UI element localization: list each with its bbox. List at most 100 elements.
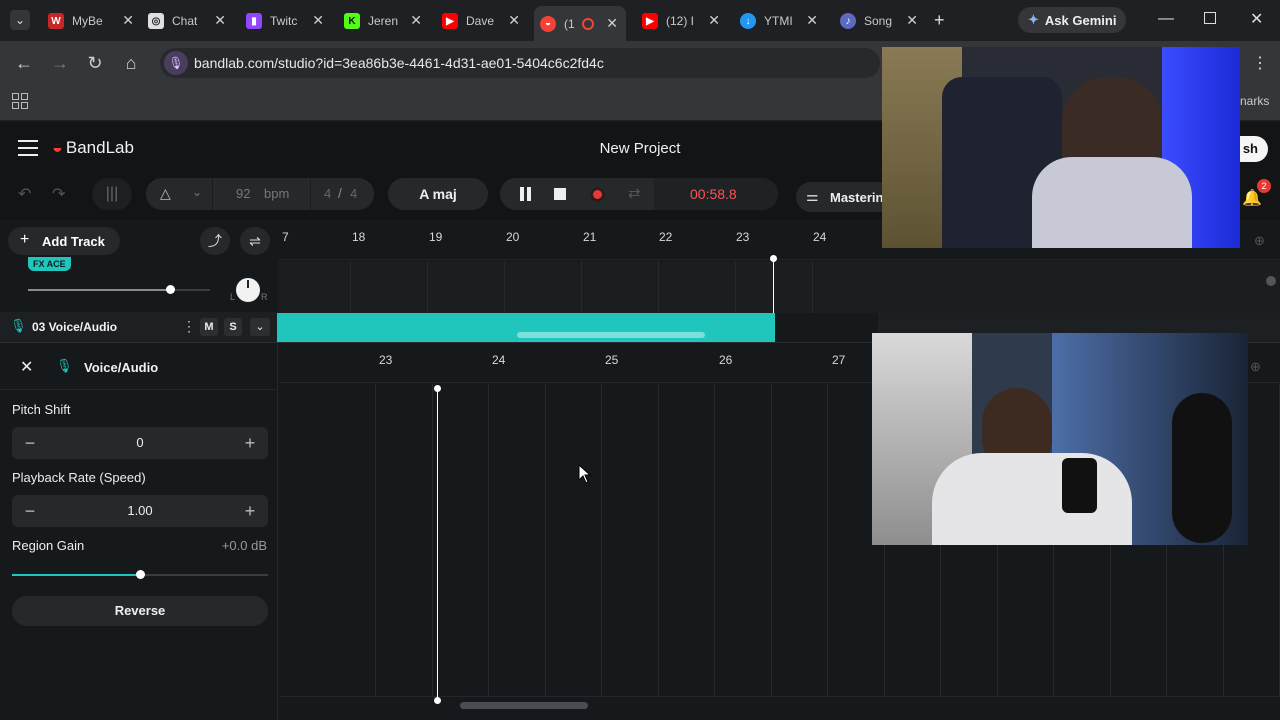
pitch-shift-stepper[interactable]: − 0 + [12,427,268,459]
hamburger-menu-icon[interactable] [18,140,38,156]
bandlab-logo-icon: ◒ [52,137,63,157]
key-button[interactable]: A maj [388,178,488,210]
gridline [350,261,351,313]
solo-button[interactable]: S [224,318,242,336]
horizontal-scrollbar[interactable] [460,702,588,709]
redo-icon[interactable]: ↷ [52,184,65,204]
close-icon[interactable]: ✕ [508,12,520,29]
new-tab-button[interactable]: + [934,10,945,31]
minimize-icon[interactable]: — [1158,10,1174,28]
time-signature-denominator[interactable]: 4 [350,186,357,201]
microphone-icon[interactable]: 🎙 [164,51,188,75]
tab-7[interactable]: ▶ (12) I ✕ [636,8,728,34]
mouse-cursor [578,464,592,484]
close-icon[interactable]: ✕ [410,12,422,29]
close-icon[interactable]: ✕ [906,12,918,29]
metronome-icon[interactable]: △ [160,185,171,202]
mute-button[interactable]: M [200,318,218,336]
gain-slider-track[interactable] [12,570,268,579]
playhead-handle[interactable] [434,697,441,704]
bar-number: 20 [506,230,520,244]
track-name[interactable]: 03 Voice/Audio [32,320,117,334]
tab-label: Song [864,14,893,28]
bpm-value[interactable]: 92 [236,186,250,201]
tab-5[interactable]: ▶ Dave ✕ [436,8,528,34]
record-icon[interactable] [590,187,605,202]
tab-8[interactable]: ↓ YTMI ✕ [734,8,826,34]
chevron-down-icon[interactable]: ⌄ [250,318,270,336]
menu-dots-icon[interactable]: ⋮ [1252,53,1268,73]
reverse-button[interactable]: Reverse [12,596,268,626]
volume-slider-handle[interactable] [166,285,175,294]
tab-search-button[interactable]: ⌄ [10,10,30,30]
back-icon[interactable]: ← [14,53,34,73]
region-handle[interactable] [517,332,705,338]
all-bookmarks-label[interactable]: narks [1240,94,1269,108]
automation-icon[interactable]: ⤴ [200,227,230,255]
tab-2[interactable]: ◎ Chat ✕ [142,8,234,34]
fit-view-icon[interactable]: ⇌ [240,227,270,255]
volume-slider-track[interactable] [28,289,170,291]
pause-icon-bar[interactable] [520,187,524,201]
project-title[interactable]: New Project [540,140,740,157]
gain-slider-handle[interactable] [136,570,145,579]
track-header-voice-audio[interactable]: 🎙 03 Voice/Audio ⋮ M S ⌄ [0,312,278,342]
scroll-indicator[interactable] [1266,276,1276,286]
reverse-label: Reverse [114,603,166,618]
loop-icon[interactable]: ⇄ [628,184,641,202]
webcam-overlay-top [882,47,1240,248]
close-icon[interactable]: ✕ [214,12,226,29]
pause-icon[interactable] [527,187,531,201]
stop-icon[interactable] [554,188,566,200]
undo-icon[interactable]: ↶ [18,184,31,204]
add-track-button[interactable]: + Add Track [8,227,120,255]
gridline [601,384,602,696]
close-window-icon[interactable]: ✕ [1250,9,1263,29]
forward-icon[interactable]: → [50,53,70,73]
track-lane[interactable] [278,261,1280,313]
piano-keys-icon[interactable]: ||| [92,178,132,210]
playback-rate-stepper[interactable]: − 1.00 + [12,495,268,527]
chatgpt-icon: ◎ [148,13,164,29]
mastering-button[interactable]: ⚌ Mastering [796,182,891,212]
audio-region[interactable] [277,313,775,342]
home-icon[interactable]: ⌂ [121,53,141,73]
apps-grid-icon[interactable] [12,93,28,109]
gridline [427,261,428,313]
close-icon[interactable]: ✕ [708,12,720,29]
zoom-icon[interactable]: ⊕ [1250,359,1261,375]
track-menu-icon[interactable]: ⋮ [182,318,196,335]
tab-4[interactable]: K Jeren ✕ [338,8,430,34]
playhead[interactable] [773,258,774,313]
zoom-icon[interactable]: ⊕ [1254,233,1265,249]
close-icon[interactable]: ✕ [606,15,618,32]
chevron-down-icon[interactable]: ⌄ [192,185,202,199]
ask-gemini-button[interactable]: ✦ Ask Gemini [1018,7,1126,33]
playhead-handle[interactable] [434,385,441,392]
minus-icon[interactable]: − [20,501,40,522]
playhead-handle[interactable] [770,255,777,262]
minus-icon[interactable]: − [20,433,40,454]
close-icon[interactable]: ✕ [806,12,818,29]
tab-3[interactable]: ▮ Twitc ✕ [240,8,332,34]
kick-icon: K [344,13,360,29]
pan-knob[interactable] [236,278,260,302]
reload-icon[interactable]: ↻ [85,53,105,73]
playback-rate-value[interactable]: 1.00 [52,503,228,518]
fx-badge[interactable]: FX ACE [28,257,71,271]
tab-1[interactable]: W MyBe ✕ [42,8,142,34]
bandlab-logo[interactable]: ◒ BandLab [52,137,134,158]
url-field[interactable]: 🎙 bandlab.com/studio?id=3ea86b3e-4461-4d… [160,48,880,78]
tab-9[interactable]: ♪ Song ✕ [834,8,926,34]
pitch-shift-value[interactable]: 0 [52,435,228,450]
plus-icon[interactable]: + [240,433,260,454]
close-icon[interactable]: ✕ [20,357,33,377]
close-icon[interactable]: ✕ [122,12,134,29]
editor-playhead[interactable] [437,388,438,700]
tempo-group: △ ⌄ 92 bpm 4 / 4 [146,178,374,210]
restore-icon[interactable] [1204,12,1216,24]
close-icon[interactable]: ✕ [312,12,324,29]
plus-icon[interactable]: + [240,501,260,522]
time-signature-numerator[interactable]: 4 [324,186,331,201]
tab-6-active[interactable]: ◒ (1 ✕ [534,6,626,41]
